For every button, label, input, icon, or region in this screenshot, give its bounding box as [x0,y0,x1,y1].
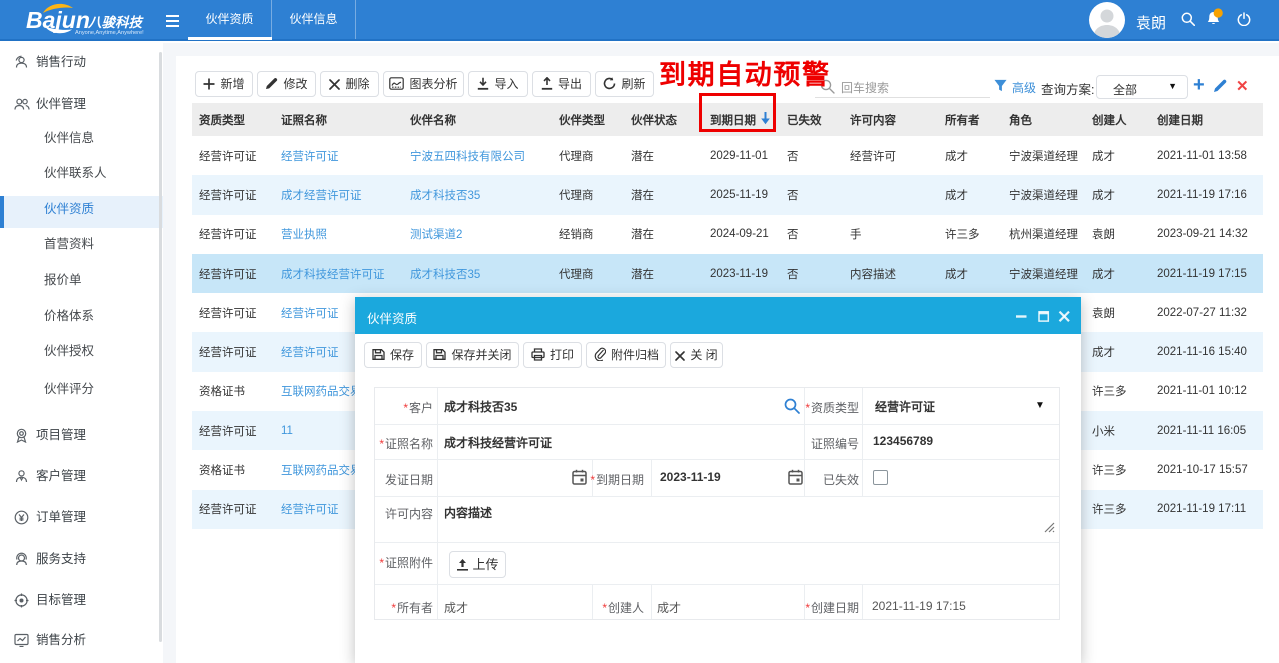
svg-text:八骏科技: 八骏科技 [87,15,144,30]
svg-text:Anyone,Anytime,Anywhere!: Anyone,Anytime,Anywhere! [75,30,144,36]
